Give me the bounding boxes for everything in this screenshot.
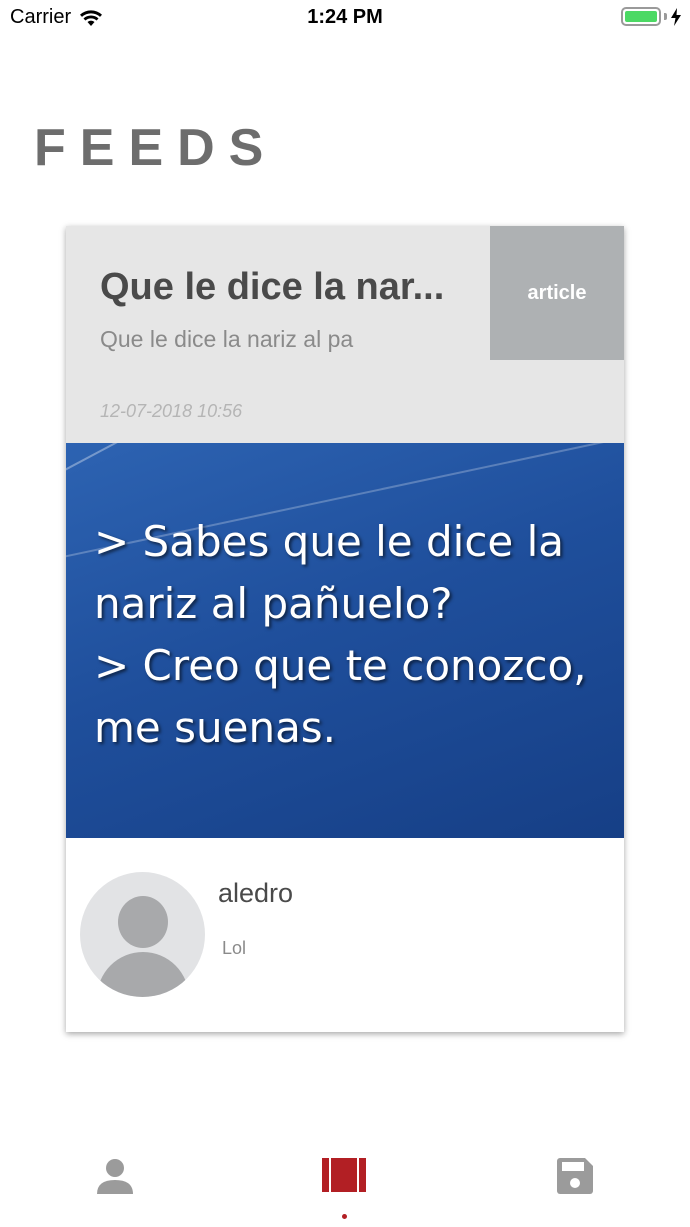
card-footer: aledro Lol xyxy=(66,838,624,1032)
feeds-icon xyxy=(322,1158,366,1192)
feed-card[interactable]: Que le dice la nar... Que le dice la nar… xyxy=(66,226,624,1032)
tab-bar xyxy=(0,1140,690,1227)
tab-feeds[interactable] xyxy=(314,1158,374,1208)
battery-fill xyxy=(625,11,657,22)
battery-indicator xyxy=(621,7,682,26)
active-tab-dot xyxy=(342,1214,347,1219)
image-text-line: > Sabes que le dice la xyxy=(94,517,565,566)
avatar-head xyxy=(118,896,168,948)
battery-cap xyxy=(664,13,667,20)
type-badge: article xyxy=(490,226,624,360)
card-image[interactable]: > Sabes que le dice la nariz al pañuelo?… xyxy=(66,443,624,838)
type-badge-label: article xyxy=(527,281,587,304)
author-name[interactable]: aledro xyxy=(218,878,293,909)
person-icon xyxy=(97,1159,133,1194)
save-disk-icon xyxy=(557,1158,593,1194)
battery-icon xyxy=(621,7,661,26)
card-date: 12-07-2018 10:56 xyxy=(100,401,243,421)
page-title: FEEDS xyxy=(34,119,278,177)
image-text-line: > Creo que te conozco, xyxy=(94,641,587,690)
avatar-body xyxy=(97,952,189,997)
status-bar: Carrier 1:24 PM xyxy=(0,0,690,36)
image-text: > Sabes que le dice la nariz al pañuelo?… xyxy=(94,511,604,759)
tab-saved[interactable] xyxy=(545,1158,605,1208)
status-time: 1:24 PM xyxy=(307,6,383,28)
charging-bolt-icon xyxy=(671,7,681,26)
avatar[interactable] xyxy=(80,872,205,997)
image-text-line: me suenas. xyxy=(94,703,337,752)
card-title: Que le dice la nar... xyxy=(100,266,445,308)
image-text-line: nariz al pañuelo? xyxy=(94,579,453,628)
card-subtitle: Que le dice la nariz al pa xyxy=(100,326,354,352)
comment-text: Lol xyxy=(222,938,247,958)
tab-profile[interactable] xyxy=(85,1158,145,1208)
card-header: Que le dice la nar... Que le dice la nar… xyxy=(66,226,624,443)
